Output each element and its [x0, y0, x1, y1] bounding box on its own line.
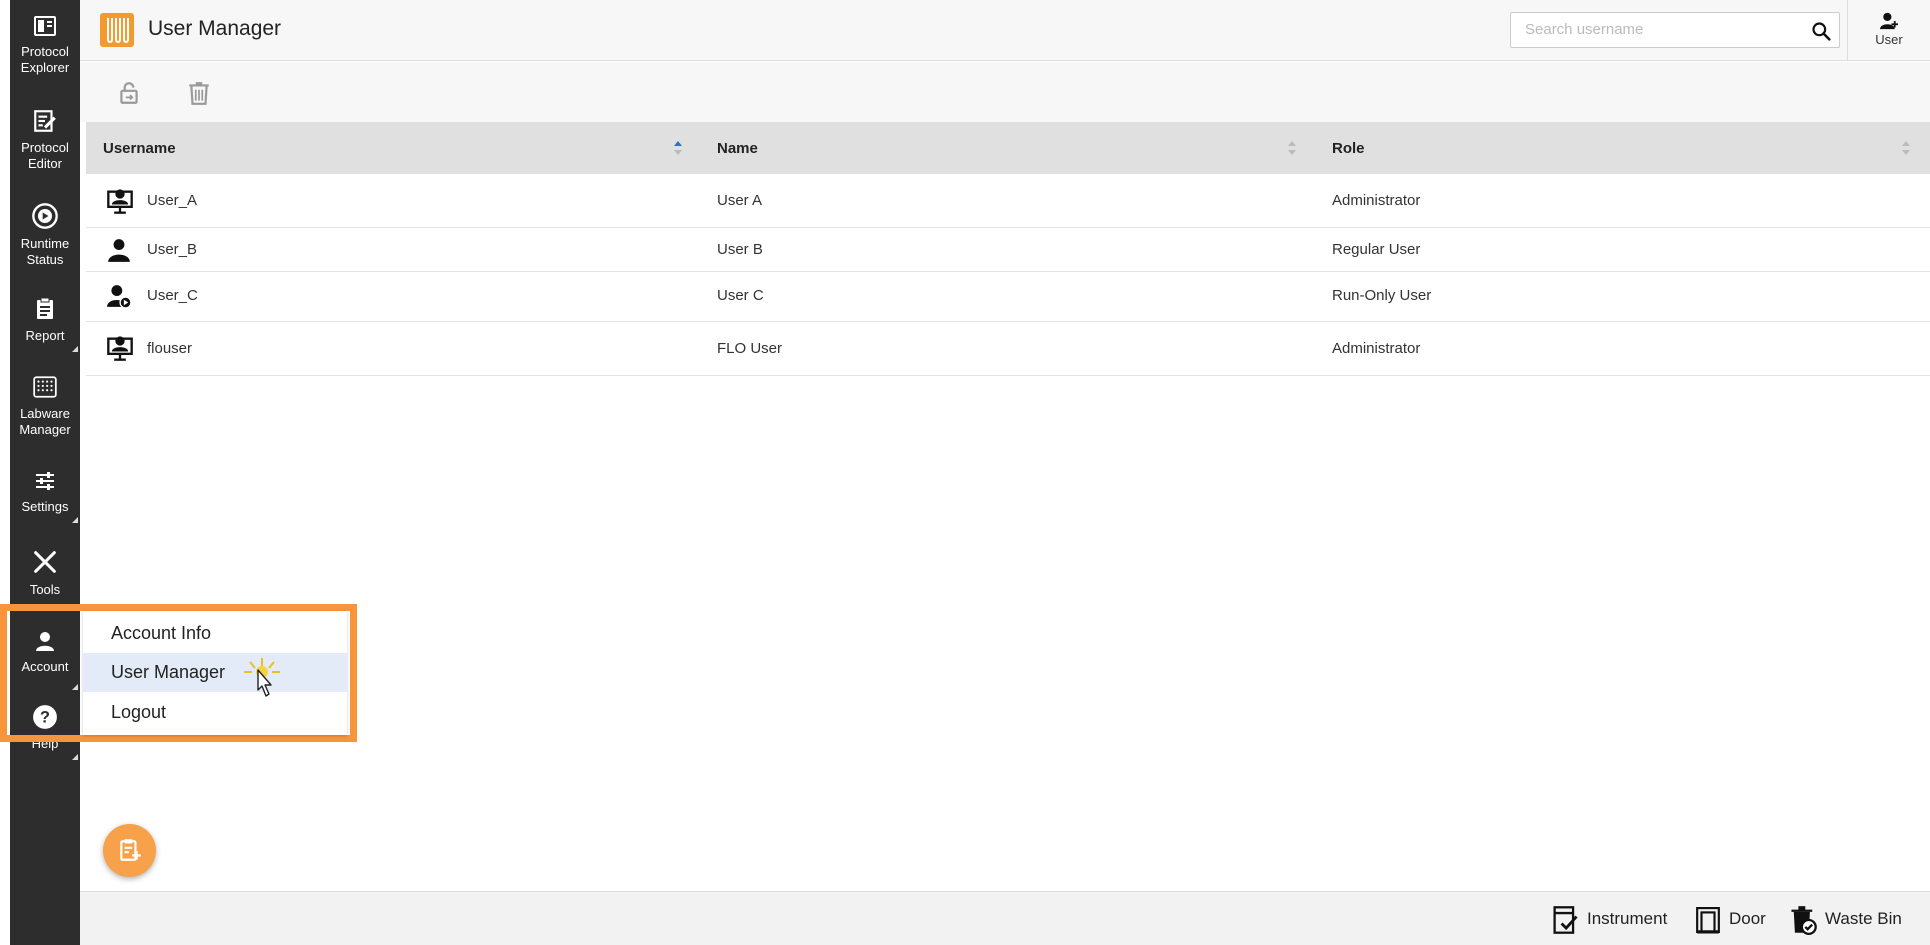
delete-icon[interactable]: [186, 80, 212, 106]
add-user-button[interactable]: User: [1847, 0, 1930, 61]
sort-ascending-icon[interactable]: [673, 139, 683, 157]
menu-item-user-manager[interactable]: User Manager: [83, 653, 347, 692]
waste-bin-label: Waste Bin: [1825, 909, 1902, 928]
menu-item-logout[interactable]: Logout: [83, 693, 347, 732]
submenu-indicator-icon: [72, 754, 78, 760]
search-icon[interactable]: [1811, 21, 1831, 41]
cell-role: Administrator: [1332, 340, 1421, 357]
cell-role: Regular User: [1332, 241, 1421, 258]
table-row[interactable]: User_C User C Run-Only User: [86, 272, 1930, 322]
table-row[interactable]: User_B User B Regular User: [86, 228, 1930, 272]
tools-icon: [34, 551, 56, 573]
cell-username: User_B: [147, 241, 198, 258]
instrument-label: Instrument: [1587, 909, 1668, 928]
sidebar-label: Labware: [20, 406, 70, 421]
labware-icon: [33, 376, 57, 398]
sidebar-label: Protocol: [21, 140, 69, 155]
cell-username: User_A: [147, 192, 198, 209]
sidebar-label: Manager: [19, 422, 71, 437]
submenu-indicator-icon: [72, 517, 78, 523]
floating-action-button[interactable]: [103, 824, 156, 877]
sidebar-item-protocol-editor[interactable]: Protocol Editor: [10, 108, 80, 172]
sidebar-label: Report: [25, 328, 65, 343]
sidebar-item-tools[interactable]: Tools: [10, 548, 80, 598]
runtime-status-icon: [32, 203, 58, 229]
toolbar: [80, 62, 1930, 122]
user-table: Username Name Role User_A User A Adminis…: [86, 122, 1930, 376]
status-waste-bin[interactable]: Waste Bin: [1789, 904, 1902, 935]
settings-icon: [36, 472, 54, 490]
menu-item-account-info[interactable]: Account Info: [83, 614, 347, 653]
cell-name: FLO User: [717, 340, 783, 357]
sidebar-label: Explorer: [20, 60, 70, 75]
sidebar-label: Tools: [29, 582, 61, 597]
sort-icon[interactable]: [1287, 139, 1297, 157]
protocol-explorer-icon: [34, 16, 56, 36]
account-menu: Account Info User Manager Logout: [83, 611, 347, 735]
user-button-label: User: [1875, 32, 1903, 47]
table-header: Username Name Role: [86, 122, 1930, 174]
admin-user-icon: [107, 189, 133, 214]
status-bar: Instrument Door Waste Bin: [80, 891, 1930, 945]
cell-username: User_C: [147, 287, 198, 304]
cell-name: User A: [717, 192, 763, 209]
sidebar: Protocol Explorer Protocol Editor Runtim…: [10, 0, 80, 945]
sidebar-item-labware-manager[interactable]: Labware Manager: [10, 374, 80, 438]
table-row[interactable]: flouser FLO User Administrator: [86, 322, 1930, 376]
instrument-icon: [1553, 905, 1578, 934]
column-header-name[interactable]: Name: [717, 140, 758, 157]
status-door[interactable]: Door: [1695, 904, 1766, 935]
click-cursor-icon: [244, 658, 280, 697]
column-header-role[interactable]: Role: [1332, 140, 1365, 157]
door-label: Door: [1729, 909, 1766, 928]
protocol-editor-icon: [34, 110, 56, 132]
reset-password-icon[interactable]: [116, 80, 142, 106]
table-row[interactable]: User_A User A Administrator: [86, 174, 1930, 228]
sidebar-item-report[interactable]: Report: [10, 296, 80, 352]
app-header: User Manager User: [80, 0, 1930, 61]
sidebar-item-runtime-status[interactable]: Runtime Status: [10, 202, 80, 268]
app-logo-icon: [100, 13, 134, 47]
sidebar-item-protocol-explorer[interactable]: Protocol Explorer: [10, 14, 80, 76]
sidebar-label: Settings: [21, 499, 69, 514]
sidebar-label: Protocol: [21, 44, 69, 59]
sidebar-label: Status: [26, 252, 64, 267]
status-instrument[interactable]: Instrument: [1551, 904, 1667, 935]
run-only-user-icon: [107, 285, 132, 309]
column-header-username[interactable]: Username: [103, 140, 176, 157]
cell-username: flouser: [147, 340, 193, 357]
search-input[interactable]: [1525, 21, 1805, 38]
regular-user-icon: [108, 239, 130, 262]
cell-name: User C: [717, 287, 764, 304]
add-report-icon: [120, 839, 141, 861]
page-title: User Manager: [148, 17, 282, 40]
sort-icon[interactable]: [1901, 139, 1911, 157]
sidebar-label: Editor: [28, 156, 62, 171]
sidebar-label: Runtime: [20, 236, 70, 251]
cell-role: Administrator: [1332, 192, 1421, 209]
submenu-indicator-icon: [72, 346, 78, 352]
waste-bin-icon: [1791, 905, 1817, 935]
report-icon: [37, 297, 53, 319]
add-user-icon: [1880, 12, 1898, 30]
admin-user-icon: [107, 336, 133, 361]
sidebar-item-settings[interactable]: Settings: [10, 469, 80, 523]
search-box[interactable]: [1510, 12, 1840, 48]
cell-role: Run-Only User: [1332, 287, 1432, 304]
cell-name: User B: [717, 241, 763, 258]
door-icon: [1696, 906, 1720, 934]
